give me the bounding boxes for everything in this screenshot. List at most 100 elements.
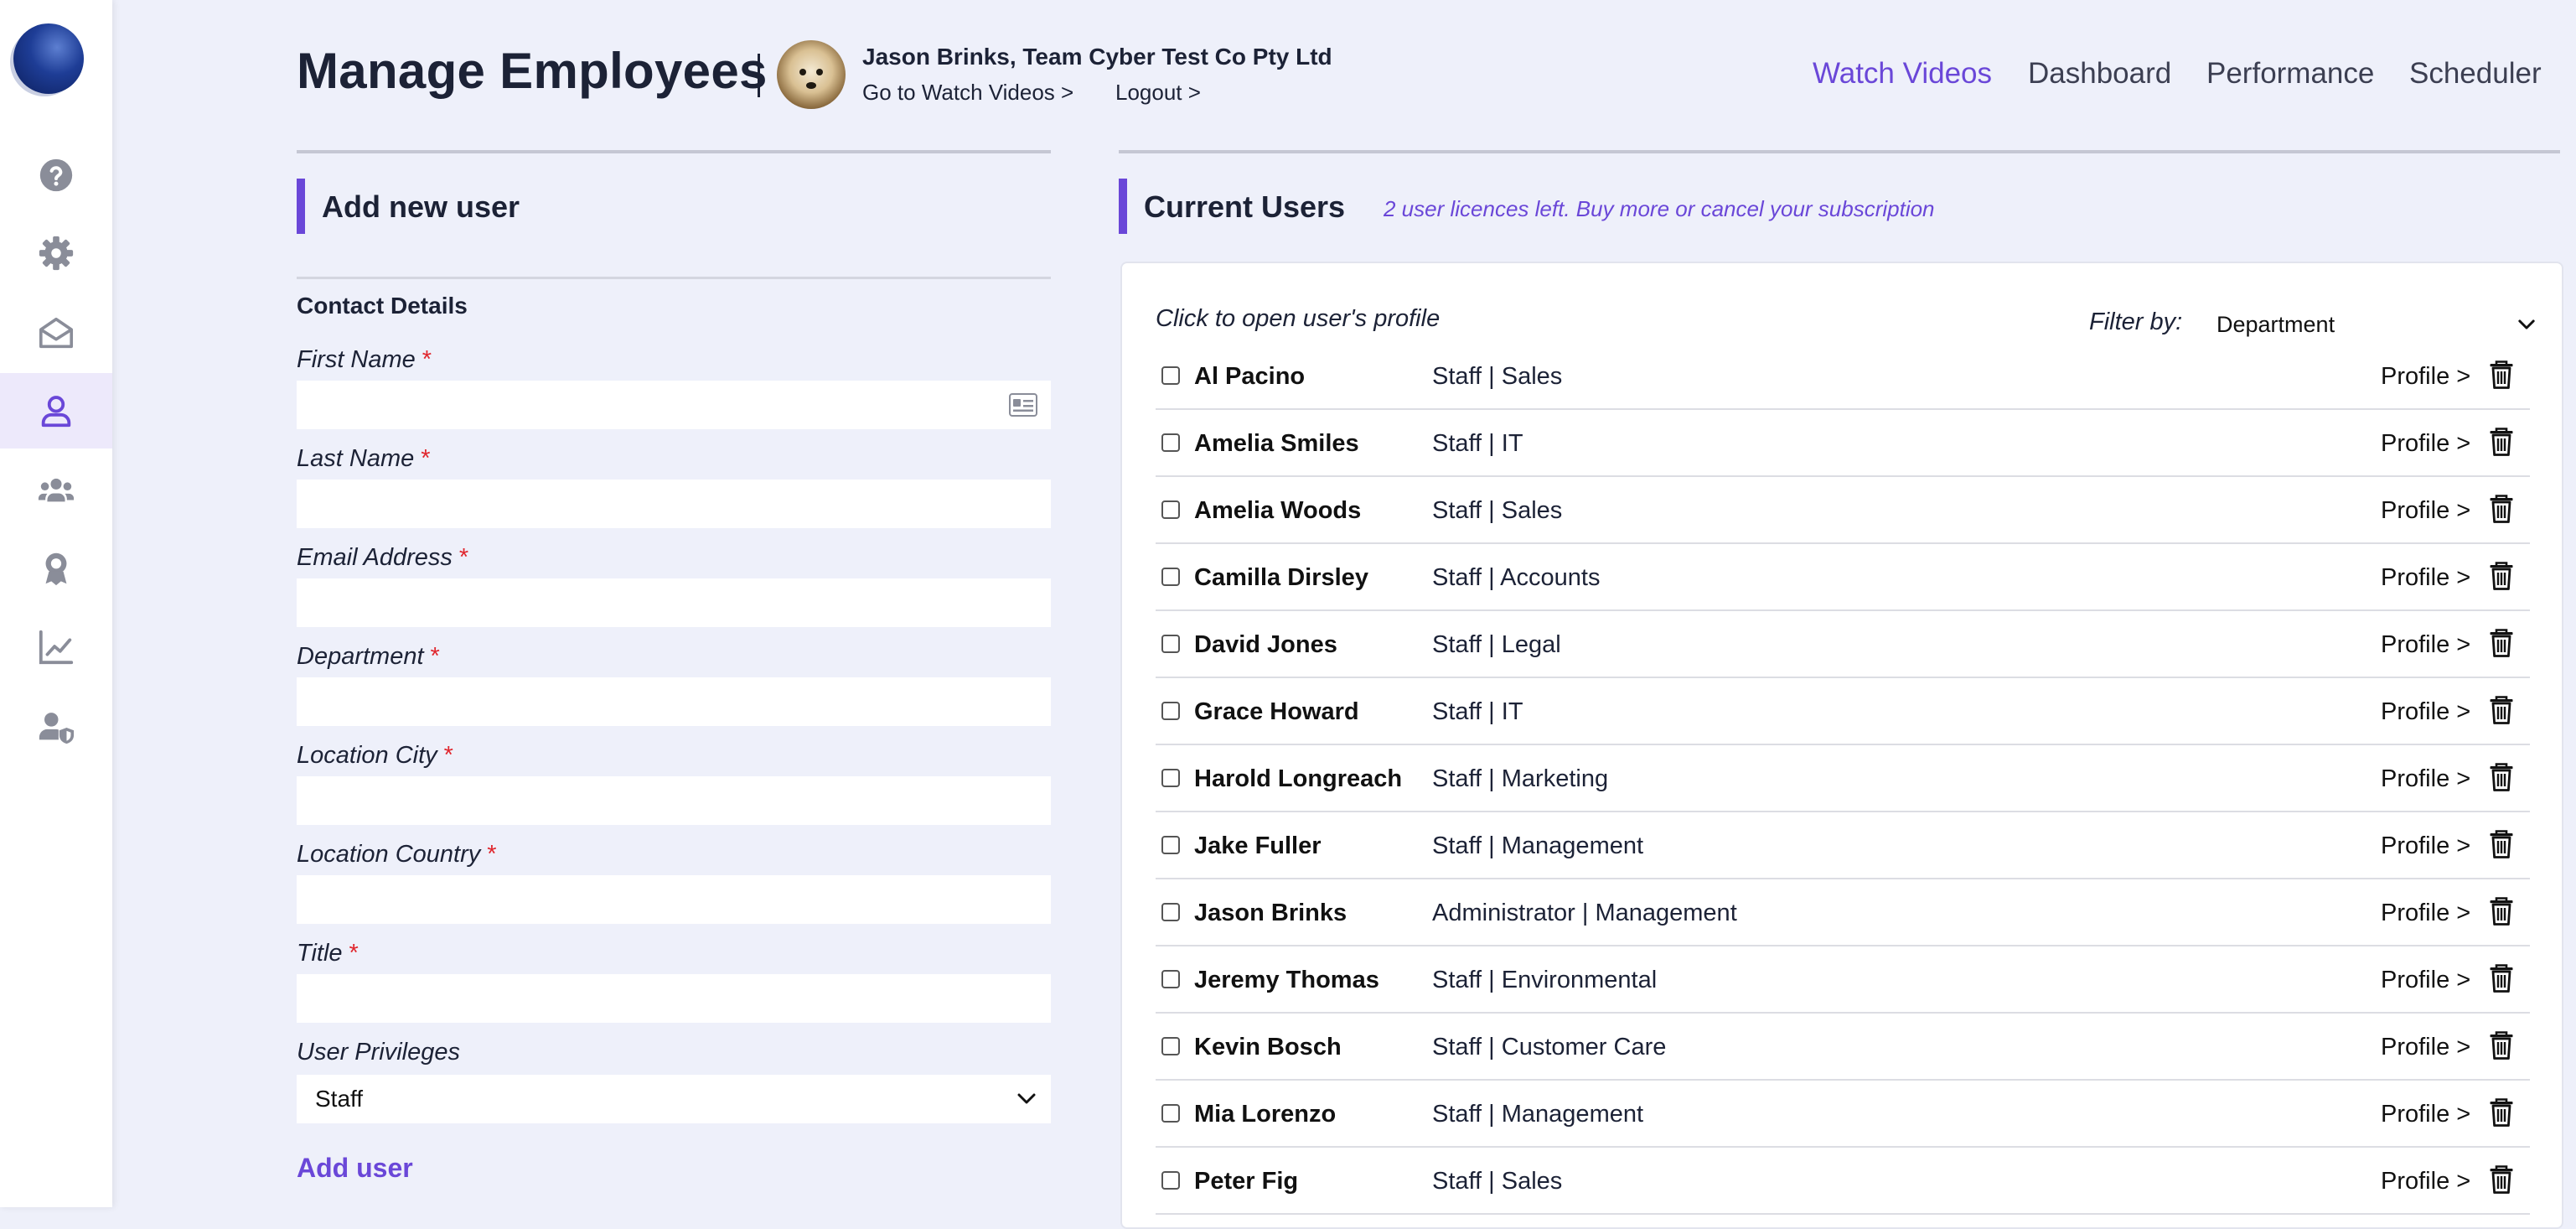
trash-icon[interactable] (2489, 1030, 2514, 1060)
user-role-cell: Staff | Marketing (1432, 765, 1609, 792)
watch-videos-link[interactable]: Go to Watch Videos > (862, 80, 1073, 106)
profile-link[interactable]: Profile > (2381, 1168, 2470, 1195)
trash-icon[interactable] (2489, 427, 2514, 457)
sidebar-item-settings[interactable] (0, 215, 112, 291)
group-icon (38, 478, 75, 502)
trash-icon[interactable] (2489, 896, 2514, 926)
title-field[interactable] (297, 974, 1051, 1023)
row-checkbox[interactable] (1161, 1037, 1180, 1055)
last-name-field[interactable] (297, 480, 1051, 528)
user-role-cell: Staff | Legal (1432, 631, 1561, 658)
table-row[interactable]: David Jones Staff | Legal Profile > (1156, 611, 2530, 678)
profile-link[interactable]: Profile > (2381, 698, 2470, 726)
mail-icon (39, 317, 74, 349)
profile-link[interactable]: Profile > (2381, 1101, 2470, 1128)
chevron-down-icon (1017, 1093, 1036, 1104)
row-checkbox[interactable] (1161, 635, 1180, 653)
profile-link[interactable]: Profile > (2381, 363, 2470, 391)
location-country-field[interactable] (297, 875, 1051, 924)
table-row[interactable]: Camilla Dirsley Staff | Accounts Profile > (1156, 544, 2530, 611)
trash-icon[interactable] (2489, 963, 2514, 993)
sidebar-item-help[interactable] (0, 137, 112, 213)
table-row[interactable]: Harold Longreach Staff | Marketing Profile… (1156, 745, 2530, 812)
user-name-cell: Jeremy Thomas (1194, 967, 1379, 993)
profile-link[interactable]: Profile > (2381, 497, 2470, 525)
user-name-cell: Mia Lorenzo (1194, 1101, 1337, 1128)
profile-link[interactable]: Profile > (2381, 430, 2470, 458)
user-privileges-select[interactable]: Staff (297, 1075, 1051, 1123)
table-row[interactable]: Jake Fuller Staff | Management Profile > (1156, 812, 2530, 879)
sidebar-item-admins[interactable] (0, 689, 112, 765)
add-user-title: Add new user (322, 189, 520, 224)
sidebar-item-certificates[interactable] (0, 531, 112, 606)
email-field[interactable] (297, 578, 1051, 627)
trash-icon[interactable] (2489, 494, 2514, 524)
nav-watch-videos[interactable]: Watch Videos (1813, 57, 1992, 91)
row-checkbox[interactable] (1161, 1104, 1180, 1123)
table-row[interactable]: Kevin Bosch Staff | Customer Care Profile … (1156, 1014, 2530, 1081)
gear-icon (39, 236, 74, 271)
required-marker: * (349, 940, 359, 967)
trash-icon[interactable] (2489, 762, 2514, 792)
trash-icon[interactable] (2489, 1097, 2514, 1128)
add-user-button[interactable]: Add user (297, 1153, 413, 1184)
user-role-cell: Staff | Accounts (1432, 564, 1601, 591)
row-checkbox[interactable] (1161, 568, 1180, 586)
row-checkbox[interactable] (1161, 702, 1180, 720)
trash-icon[interactable] (2489, 628, 2514, 658)
first-name-field[interactable] (297, 381, 1051, 429)
required-marker: * (487, 841, 497, 868)
user-role-cell: Staff | Customer Care (1432, 1034, 1667, 1060)
trash-icon[interactable] (2489, 561, 2514, 591)
profile-link[interactable]: Profile > (2381, 564, 2470, 592)
profile-link[interactable]: Profile > (2381, 631, 2470, 659)
table-row[interactable]: Al Pacino Staff | Sales Profile > (1156, 343, 2530, 410)
table-row[interactable]: Mia Lorenzo Staff | Management Profile > (1156, 1081, 2530, 1148)
required-marker: * (430, 643, 440, 670)
profile-link[interactable]: Profile > (2381, 1034, 2470, 1061)
add-user-divider (297, 277, 1051, 279)
table-row[interactable]: Jeremy Thomas Staff | Environmental Profil… (1156, 946, 2530, 1014)
sidebar-item-employees[interactable] (0, 373, 112, 449)
profile-link[interactable]: Profile > (2381, 900, 2470, 927)
nav-performance[interactable]: Performance (2206, 57, 2374, 91)
row-checkbox[interactable] (1161, 1171, 1180, 1190)
profile-link[interactable]: Profile > (2381, 765, 2470, 793)
profile-link[interactable]: Profile > (2381, 967, 2470, 994)
table-row[interactable]: Grace Howard Staff | IT Profile > (1156, 678, 2530, 745)
trash-icon[interactable] (2489, 360, 2514, 390)
row-checkbox[interactable] (1161, 769, 1180, 787)
table-row[interactable]: Amelia Woods Staff | Sales Profile > (1156, 477, 2530, 544)
location-country-label: Location Country * (297, 841, 497, 868)
profile-link[interactable]: Profile > (2381, 832, 2470, 860)
nav-scheduler[interactable]: Scheduler (2409, 57, 2542, 91)
title-separator (758, 54, 760, 97)
table-row[interactable]: Amelia Smiles Staff | IT Profile > (1156, 410, 2530, 477)
row-checkbox[interactable] (1161, 903, 1180, 921)
logout-link[interactable]: Logout > (1115, 80, 1201, 106)
department-field[interactable] (297, 677, 1051, 726)
row-checkbox[interactable] (1161, 970, 1180, 988)
user-shield-icon (39, 713, 75, 744)
row-checkbox[interactable] (1161, 836, 1180, 854)
filter-select[interactable]: Department (2208, 303, 2535, 345)
sidebar (0, 0, 112, 1207)
trash-icon[interactable] (2489, 695, 2514, 725)
location-city-field[interactable] (297, 776, 1051, 825)
trash-icon[interactable] (2489, 829, 2514, 859)
required-marker: * (443, 742, 453, 769)
row-checkbox[interactable] (1161, 500, 1180, 519)
row-checkbox[interactable] (1161, 366, 1180, 385)
app-logo[interactable] (13, 23, 84, 94)
sidebar-item-reports[interactable] (0, 609, 112, 685)
help-icon (39, 158, 73, 192)
nav-dashboard[interactable]: Dashboard (2028, 57, 2171, 91)
table-row[interactable]: Jason Brinks Administrator | Management Pr… (1156, 879, 2530, 946)
licence-note-link[interactable]: 2 user licences left. Buy more or cancel… (1384, 196, 1935, 222)
sidebar-item-messages[interactable] (0, 295, 112, 371)
table-row[interactable]: Peter Fig Staff | Sales Profile > (1156, 1148, 2530, 1215)
sidebar-item-teams[interactable] (0, 453, 112, 528)
avatar[interactable] (777, 40, 846, 109)
trash-icon[interactable] (2489, 1164, 2514, 1195)
row-checkbox[interactable] (1161, 433, 1180, 452)
